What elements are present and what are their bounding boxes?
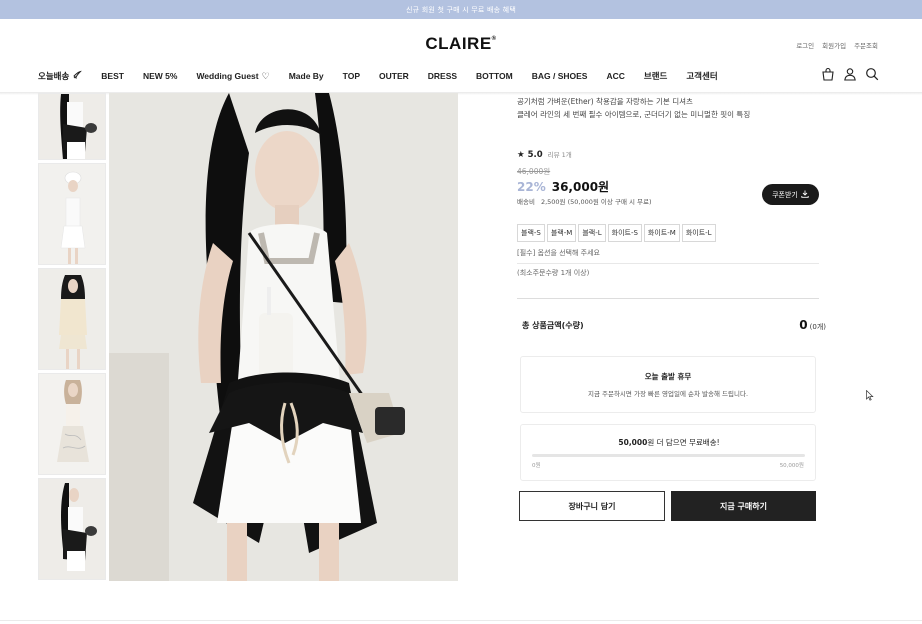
add-to-cart-button[interactable]: 장바구니 담기 bbox=[519, 491, 665, 521]
nav-item-best[interactable]: BEST bbox=[101, 71, 124, 81]
login-link[interactable]: 로그인 bbox=[796, 40, 814, 50]
user-icon[interactable] bbox=[843, 67, 857, 81]
option-white-m[interactable]: 화이트-M bbox=[643, 224, 680, 242]
nav-item-bag-shoes[interactable]: BAG / SHOES bbox=[532, 71, 588, 81]
option-black-s[interactable]: 블랙-S bbox=[517, 224, 545, 242]
shopping-bag-icon[interactable] bbox=[821, 67, 835, 81]
buy-now-button[interactable]: 지금 구매하기 bbox=[671, 491, 816, 521]
option-black-l[interactable]: 블랙-L bbox=[578, 224, 606, 242]
thumbnail-list bbox=[38, 93, 107, 583]
coupon-button[interactable]: 쿠폰받기 bbox=[762, 184, 819, 205]
nav-item-wedding-guest[interactable]: Wedding Guest ♡ bbox=[196, 71, 269, 82]
nav-item-dress[interactable]: DRESS bbox=[428, 71, 457, 81]
rating: ★ 5.0 리뷰 1개 bbox=[517, 149, 572, 160]
free-shipping-progress: 50,000원 더 담으면 무료배송! 0원 50,000원 bbox=[520, 424, 816, 481]
progress-min: 0원 bbox=[532, 463, 541, 469]
heart-icon: ♡ bbox=[261, 70, 270, 81]
shipping-label: 배송비 bbox=[517, 198, 535, 206]
progress-bar bbox=[532, 454, 805, 457]
progress-max: 50,000원 bbox=[779, 463, 804, 469]
total-count: (0개) bbox=[809, 323, 826, 331]
nav-item-outer[interactable]: OUTER bbox=[379, 71, 409, 81]
product-description: 공기처럼 가벼운(Ether) 착용감을 자랑하는 기본 디셔츠 클레어 라인의… bbox=[517, 95, 819, 121]
main-product-image bbox=[109, 93, 458, 581]
shipping-info: 배송비 2,500원 (50,000원 이상 구매 시 무료) bbox=[517, 196, 652, 206]
option-white-l[interactable]: 화이트-L bbox=[681, 224, 716, 242]
option-list: 블랙-S 블랙-M 블랙-L 화이트-S 화이트-M 화이트-L bbox=[517, 224, 716, 242]
nav-item-customer-center[interactable]: 고객센터 bbox=[686, 70, 717, 82]
min-quantity-text: (최소주문수량 1개 이상) bbox=[517, 269, 590, 277]
nav-item-made-by[interactable]: Made By bbox=[289, 71, 324, 81]
free-shipping-amount: 50,000 bbox=[618, 438, 648, 447]
total-label: 총 상품금액(수량) bbox=[522, 321, 584, 330]
original-price: 46,000원 bbox=[517, 167, 551, 176]
option-white-s[interactable]: 화이트-S bbox=[607, 224, 642, 242]
review-count[interactable]: 리뷰 1개 bbox=[548, 149, 572, 159]
price: 36,000원 bbox=[551, 180, 610, 194]
nav-item-brand[interactable]: 브랜드 bbox=[644, 70, 667, 82]
total-price: 0 bbox=[799, 318, 808, 332]
divider bbox=[517, 298, 819, 299]
thumbnail-3[interactable] bbox=[38, 268, 106, 370]
nav-item-acc[interactable]: ACC bbox=[606, 71, 624, 81]
discount-rate: 22% bbox=[517, 180, 546, 194]
sale-price: 22% 36,000원 bbox=[517, 178, 609, 195]
nav-item-new[interactable]: NEW 5% bbox=[143, 71, 177, 81]
utility-links: 로그인 회원가입 주문조회 bbox=[796, 40, 878, 50]
option-black-m[interactable]: 블랙-M bbox=[546, 224, 577, 242]
thumbnail-5[interactable] bbox=[38, 478, 106, 580]
order-lookup-link[interactable]: 주문조회 bbox=[854, 40, 878, 50]
divider bbox=[517, 263, 819, 264]
promo-bar[interactable]: 신규 회원 첫 구매 시 무료 배송 혜택 bbox=[0, 0, 922, 19]
download-icon bbox=[801, 190, 809, 200]
footer-divider bbox=[0, 620, 922, 621]
rating-score: ★ 5.0 bbox=[517, 150, 543, 160]
main-nav: 오늘배송 BEST NEW 5% Wedding Guest ♡ Made By … bbox=[38, 70, 737, 82]
coupon-label: 쿠폰받기 bbox=[772, 190, 798, 199]
search-icon[interactable] bbox=[865, 67, 879, 81]
free-shipping-text: 50,000원 더 담으면 무료배송! bbox=[618, 438, 720, 447]
signup-link[interactable]: 회원가입 bbox=[822, 40, 846, 50]
nav-item-bottom[interactable]: BOTTOM bbox=[476, 71, 513, 81]
nav-item-today-delivery[interactable]: 오늘배송 bbox=[38, 70, 83, 82]
total-amount: 0 (0개) bbox=[799, 318, 826, 332]
promo-text: 신규 회원 첫 구매 시 무료 배송 혜택 bbox=[406, 5, 516, 14]
shipping-value: 2,500원 (50,000원 이상 구매 시 무료) bbox=[540, 198, 652, 206]
registered-mark: ® bbox=[491, 36, 497, 42]
notice-text: 지금 주문하시면 가장 빠른 영업일에 순차 발송해 드립니다. bbox=[587, 390, 749, 398]
option-required-text: [필수] 옵션을 선택해 주세요 bbox=[517, 249, 600, 257]
thumbnail-4[interactable] bbox=[38, 373, 106, 475]
notice-title: 오늘 출발 휴무 bbox=[644, 372, 692, 381]
shipping-notice: 오늘 출발 휴무 지금 주문하시면 가장 빠른 영업일에 순차 발송해 드립니다… bbox=[520, 356, 816, 413]
description-line-1: 공기처럼 가벼운(Ether) 착용감을 자랑하는 기본 디셔츠 bbox=[517, 97, 693, 106]
description-line-2: 클레어 라인의 세 번째 필수 아이템으로, 군더더기 없는 미니멀한 핏이 특… bbox=[517, 110, 751, 119]
rocket-icon bbox=[72, 70, 83, 82]
nav-item-top[interactable]: TOP bbox=[343, 71, 360, 81]
thumbnail-1[interactable] bbox=[38, 93, 106, 160]
header-icons bbox=[821, 67, 879, 81]
thumbnail-2[interactable] bbox=[38, 163, 106, 265]
mouse-cursor-icon bbox=[866, 390, 874, 401]
site-logo[interactable]: CLAIRE® bbox=[0, 34, 922, 54]
